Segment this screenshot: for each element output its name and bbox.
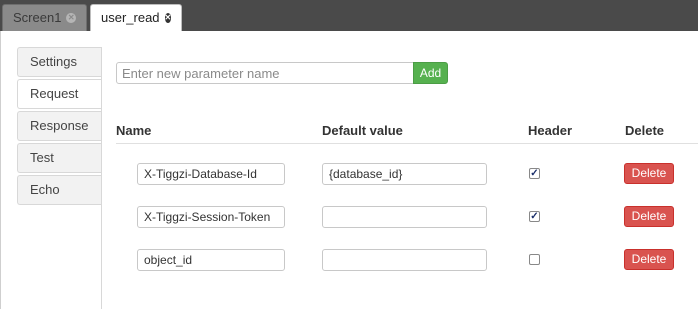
param-default-field[interactable]: {database_id} [322,163,487,185]
close-circle-icon[interactable]: ✕ [164,13,172,23]
sidebar-item-request[interactable]: Request [17,79,101,109]
request-parameters: Add Name Default value Header Delete X-T… [102,31,698,309]
param-name-field[interactable]: X-Tiggzi-Database-Id [137,163,285,185]
new-parameter-input[interactable] [116,62,414,84]
header-checkbox[interactable]: ✓ [529,211,540,222]
header-divider [116,143,698,144]
column-header-name: Name [116,123,152,138]
close-circle-icon[interactable]: ✕ [66,13,76,23]
tab-user-read[interactable]: user_read ✕ [90,4,182,31]
delete-button[interactable]: Delete [624,249,674,270]
editor-tab-bar: Screen1 ✕ user_read ✕ [0,0,698,31]
delete-button[interactable]: Delete [624,206,674,227]
checkmark-icon: ✓ [530,211,539,222]
column-header-header: Header [528,123,573,138]
header-checkbox[interactable]: ✓ [529,168,540,179]
sidebar-item-echo[interactable]: Echo [17,175,101,205]
param-name-field[interactable]: object_id [137,249,285,271]
checkmark-icon: ✓ [530,168,539,179]
param-default-field[interactable] [322,249,487,271]
tab-label: Screen1 [13,10,62,25]
column-header-delete: Delete [625,123,665,138]
param-default-field[interactable] [322,206,487,228]
sidebar: Settings Request Response Test Echo [17,47,101,207]
tab-label: user_read [101,10,160,25]
delete-button[interactable]: Delete [624,163,674,184]
param-name-field[interactable]: X-Tiggzi-Session-Token [137,206,285,228]
header-checkbox[interactable] [529,254,540,265]
tab-screen1[interactable]: Screen1 ✕ [2,4,87,31]
sidebar-item-settings[interactable]: Settings [17,47,101,77]
sidebar-item-response[interactable]: Response [17,111,101,141]
add-button[interactable]: Add [413,62,448,84]
sidebar-item-test[interactable]: Test [17,143,101,173]
column-header-default: Default value [322,123,403,138]
service-panel: Settings Request Response Test Echo Add … [0,31,698,309]
